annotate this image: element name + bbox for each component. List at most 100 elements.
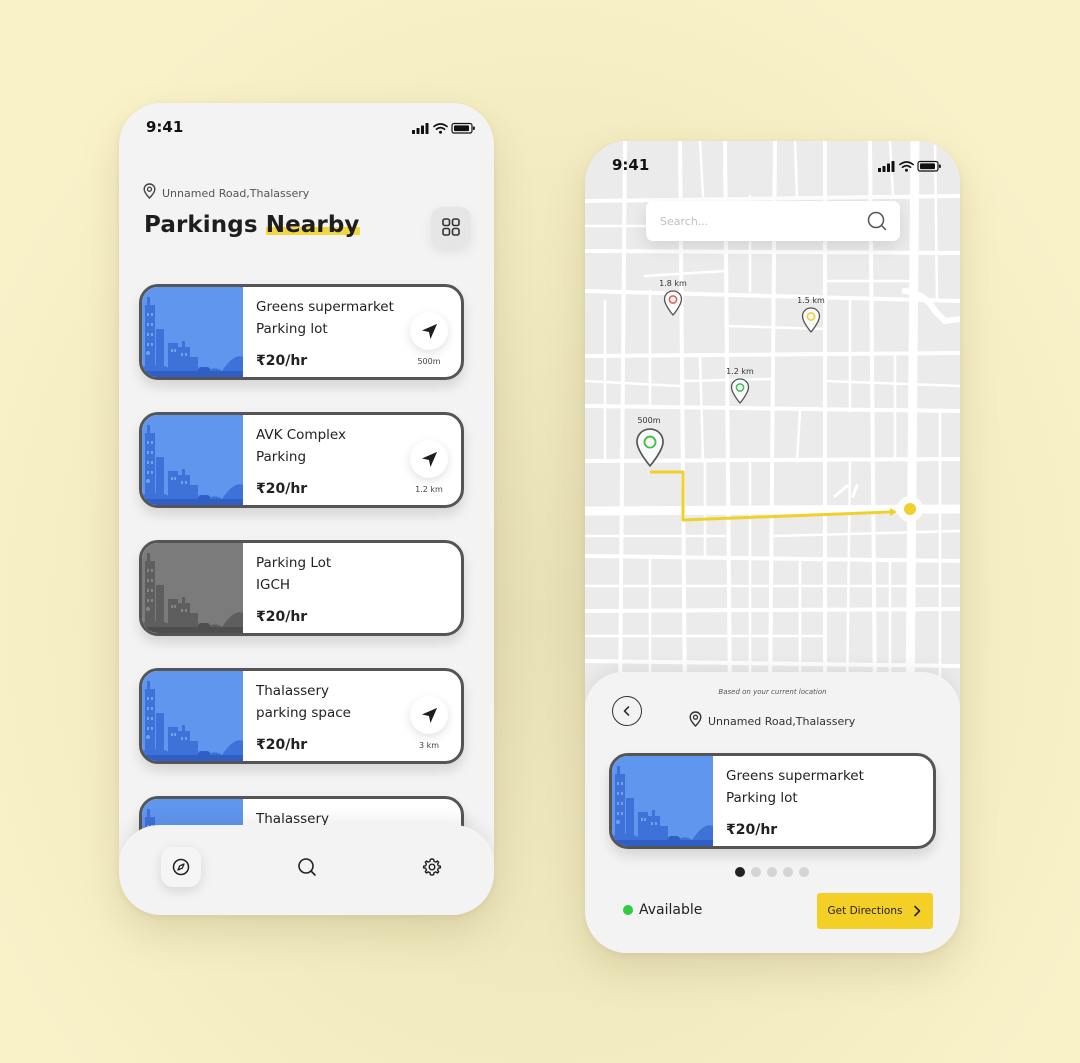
navigation-arrow-icon — [420, 322, 439, 341]
status-time: 9:41 — [146, 118, 184, 136]
chevron-right-icon — [914, 905, 921, 917]
map-pin-icon — [730, 378, 750, 404]
navigate-button[interactable] — [410, 696, 448, 734]
signal-icon — [412, 123, 429, 134]
pagination-dot[interactable] — [783, 867, 793, 877]
map-screen: 1.8 km 1.5 km 1.2 km 500m Search... 9:41… — [585, 141, 960, 953]
navigation-arrow-icon — [420, 450, 439, 469]
pin-distance-label: 500m — [637, 416, 661, 425]
parking-price: ₹20/hr — [256, 481, 308, 497]
parking-name: Parking Lot IGCH — [256, 552, 406, 596]
chevron-left-icon — [623, 706, 630, 716]
battery-icon — [451, 122, 475, 134]
wifi-icon — [899, 161, 914, 169]
parking-price: ₹20/hr — [256, 353, 308, 369]
parking-price: ₹20/hr — [256, 609, 308, 625]
status-bar: 9:41 — [119, 103, 494, 153]
pin-distance-label: 1.8 km — [659, 279, 687, 288]
title-part2-highlight: Nearby — [265, 212, 360, 238]
status-indicator-dot — [623, 905, 633, 915]
back-button[interactable] — [612, 696, 642, 726]
parking-name-line2: parking space — [256, 705, 351, 721]
compass-icon — [172, 858, 190, 876]
current-location[interactable]: Unnamed Road,Thalassery — [143, 183, 309, 203]
selected-parking-card[interactable]: Greens supermarket Parking lot ₹20/hr — [609, 753, 936, 849]
navigate-button[interactable] — [410, 312, 448, 350]
parking-name-line2: Parking — [256, 449, 307, 465]
get-directions-button[interactable]: Get Directions — [817, 893, 933, 929]
battery-icon — [917, 160, 941, 172]
parking-name-line1: Greens supermarket — [726, 768, 864, 784]
location-pin-icon — [689, 711, 702, 731]
parking-distance: 1.2 km — [415, 485, 443, 494]
location-hint: Based on your current location — [718, 688, 827, 696]
parking-thumbnail — [142, 543, 243, 633]
parking-name-line1: Greens supermarket — [256, 299, 394, 315]
parking-name: Thalassery parking space — [256, 680, 406, 724]
bottom-navigation — [119, 825, 494, 915]
parking-name-line2: IGCH — [256, 577, 291, 593]
parking-name-line2: Parking lot — [726, 790, 798, 806]
map-search-bar[interactable] — [646, 201, 900, 241]
parking-name-line1: AVK Complex — [256, 427, 346, 443]
wifi-icon — [433, 123, 448, 131]
availability-text: Available — [639, 902, 703, 918]
parking-name: AVK Complex Parking — [256, 424, 406, 468]
search-icon[interactable] — [866, 210, 888, 236]
nav-settings-button[interactable] — [412, 847, 452, 887]
parking-thumbnail — [612, 756, 713, 846]
parking-name: Greens supermarket Parking lot — [726, 765, 876, 809]
parking-card-unavailable[interactable]: Parking Lot IGCH ₹20/hr — [139, 540, 464, 636]
status-bar: 9:41 — [585, 141, 960, 191]
parking-card[interactable]: Thalassery parking space ₹20/hr 3 km — [139, 668, 464, 764]
search-icon — [298, 858, 316, 876]
parking-name-line1: Thalassery — [256, 683, 330, 699]
search-input[interactable] — [660, 211, 840, 231]
nav-explore-button[interactable] — [161, 847, 201, 887]
parking-price: ₹20/hr — [726, 822, 778, 838]
pagination-dot[interactable] — [767, 867, 777, 877]
navigation-arrow-icon — [420, 706, 439, 725]
availability-status: Available — [623, 902, 702, 918]
parking-name-line1: Parking Lot — [256, 555, 332, 571]
status-time: 9:41 — [612, 156, 650, 174]
parking-distance: 3 km — [418, 741, 440, 750]
location-text: Unnamed Road,Thalassery — [708, 714, 856, 728]
parking-detail-sheet: Based on your current location Unnamed R… — [585, 672, 960, 953]
map-view[interactable]: 1.8 km 1.5 km 1.2 km 500m — [585, 141, 960, 706]
current-location: Unnamed Road,Thalassery — [689, 711, 855, 731]
parkings-list-screen: 9:41 Unnamed Road,Thalassery Parkings Ne… — [119, 103, 494, 915]
map-pin-icon — [663, 290, 683, 316]
current-position-marker — [904, 503, 916, 515]
navigate-button[interactable] — [410, 440, 448, 478]
parking-thumbnail — [142, 287, 243, 377]
get-directions-label: Get Directions — [827, 905, 903, 917]
parking-name-line2: Parking lot — [256, 321, 328, 337]
grid-icon — [442, 218, 460, 236]
pagination-dot[interactable] — [751, 867, 761, 877]
parking-card[interactable]: AVK Complex Parking ₹20/hr 1.2 km — [139, 412, 464, 508]
map-pin-icon — [636, 428, 664, 468]
nav-search-button[interactable] — [287, 847, 327, 887]
status-icons — [412, 119, 476, 138]
pin-distance-label: 1.5 km — [797, 296, 825, 305]
parking-distance: 500m — [417, 357, 441, 366]
location-text: Unnamed Road,Thalassery — [162, 186, 310, 200]
title-part1: Parkings — [144, 212, 258, 238]
parking-name: Greens supermarket Parking lot — [256, 296, 406, 340]
parking-price: ₹20/hr — [256, 737, 308, 753]
parking-thumbnail — [142, 415, 243, 505]
pagination-dots[interactable] — [735, 867, 809, 877]
grid-view-button[interactable] — [431, 207, 471, 247]
pin-distance-label: 1.2 km — [726, 367, 754, 376]
gear-icon — [422, 858, 442, 876]
pagination-dot[interactable] — [799, 867, 809, 877]
status-icons — [878, 157, 942, 176]
map-pin-icon — [801, 307, 821, 333]
pagination-dot[interactable] — [735, 867, 745, 877]
page-title: Parkings Nearby — [144, 212, 360, 238]
signal-icon — [878, 161, 895, 172]
parking-card[interactable]: Greens supermarket Parking lot ₹20/hr 50… — [139, 284, 464, 380]
parking-thumbnail — [142, 671, 243, 761]
location-pin-icon — [143, 183, 156, 203]
